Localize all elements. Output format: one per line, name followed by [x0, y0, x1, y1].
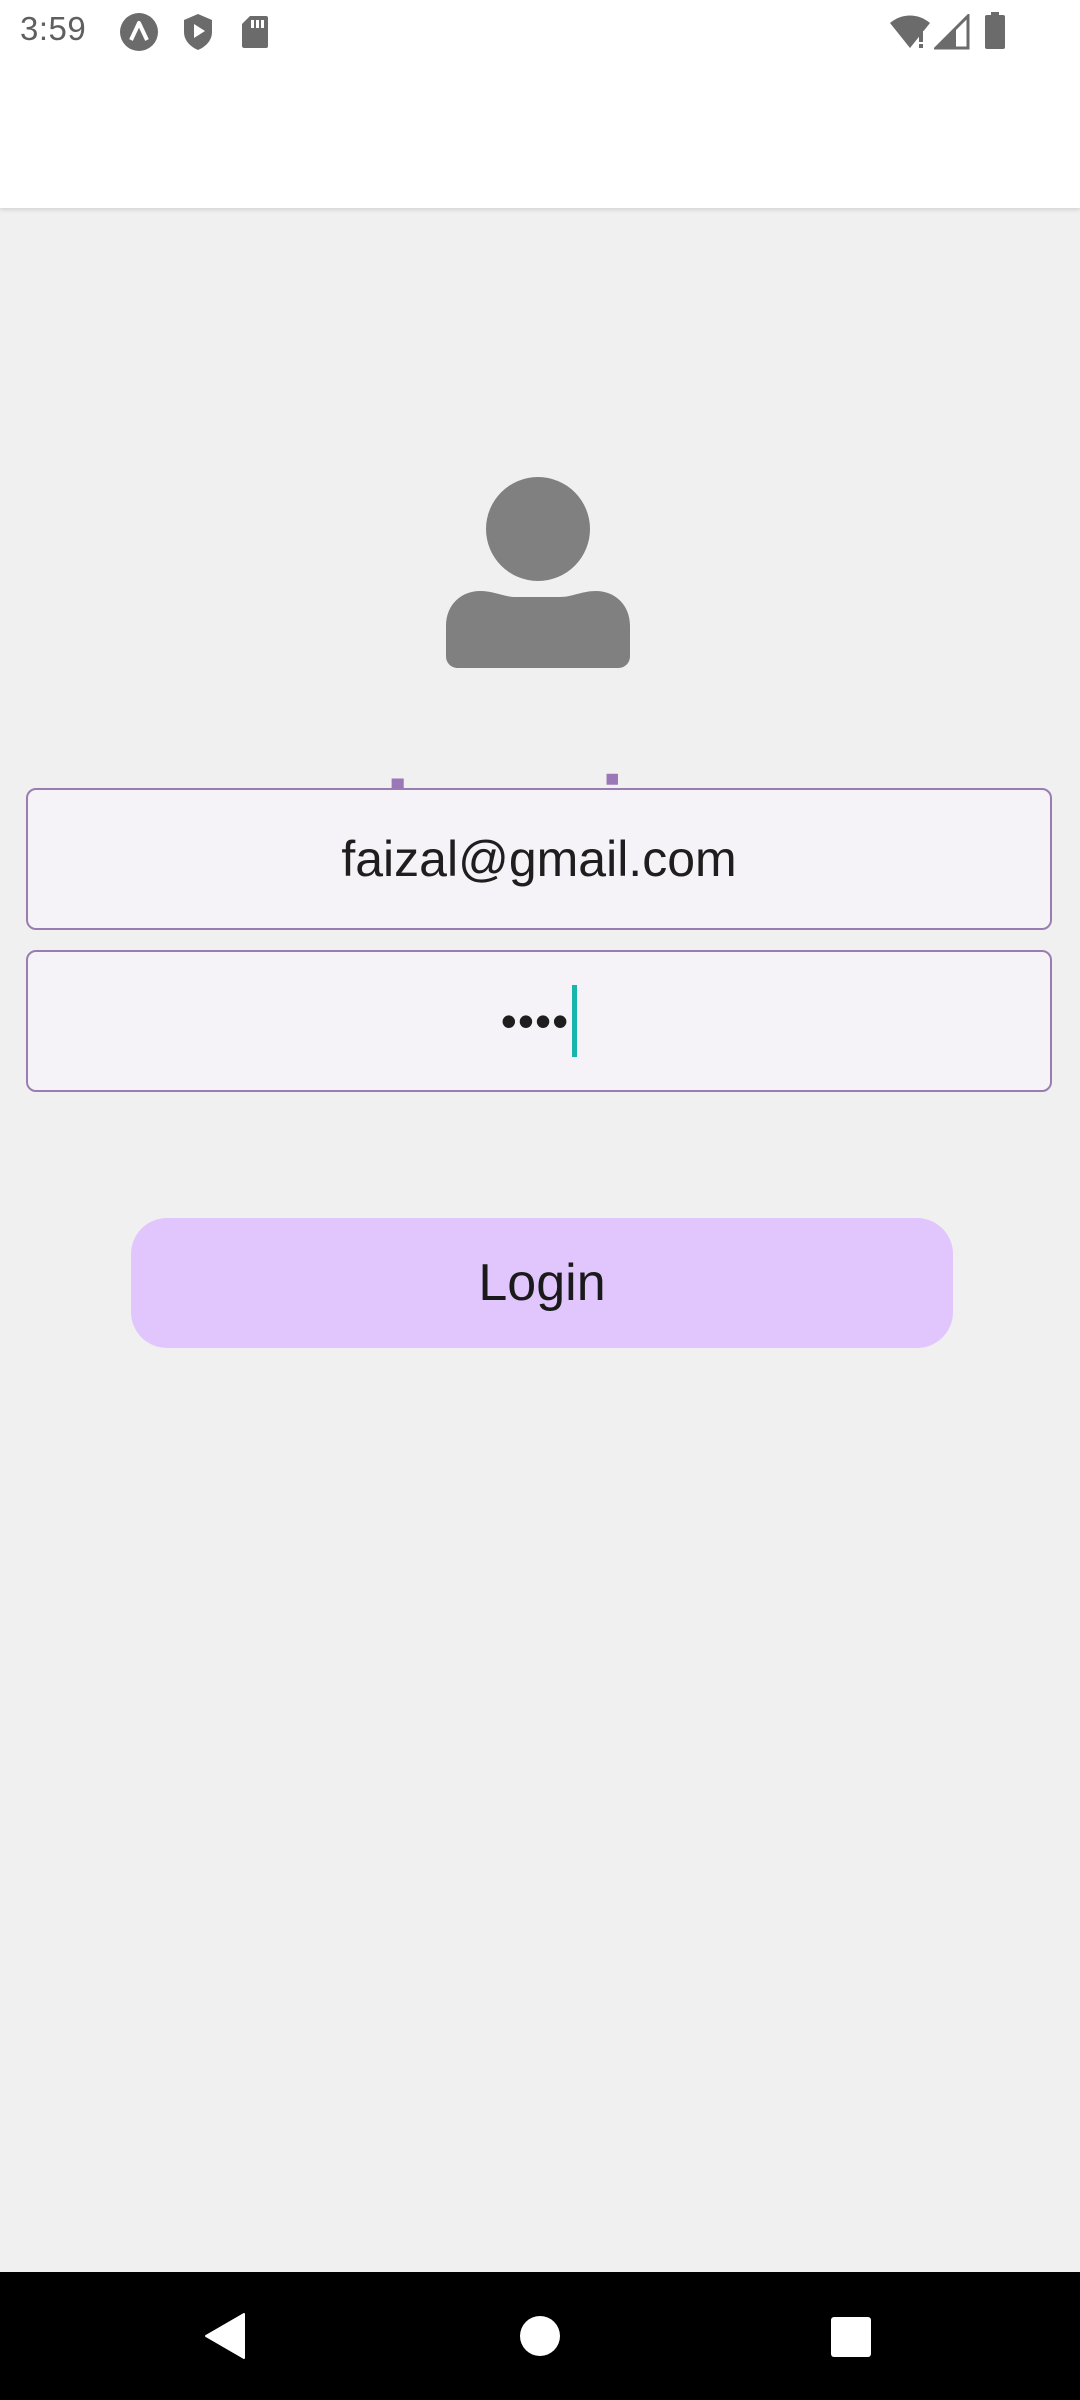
shield-play-icon	[181, 12, 215, 52]
sd-card-icon	[240, 14, 270, 50]
password-field[interactable]: ••••	[26, 950, 1052, 1092]
top-area: 3:59	[0, 0, 1080, 208]
wifi-alert-icon	[888, 14, 932, 50]
status-bar: 3:59	[0, 0, 1080, 64]
email-input[interactable]	[28, 790, 1050, 928]
person-icon	[444, 476, 632, 668]
email-field[interactable]	[26, 788, 1052, 930]
home-icon[interactable]	[519, 2315, 561, 2357]
battery-icon	[984, 12, 1006, 50]
back-icon[interactable]	[204, 2312, 246, 2360]
navigation-bar	[0, 2272, 1080, 2400]
password-input[interactable]: ••••	[28, 952, 1050, 1090]
recents-icon[interactable]	[830, 2316, 872, 2358]
app-bar	[0, 64, 1080, 208]
cell-signal-icon	[934, 14, 970, 50]
login-button[interactable]: Login	[131, 1218, 953, 1348]
status-time: 3:59	[20, 10, 87, 47]
autofill-icon	[119, 12, 159, 52]
password-mask: ••••	[500, 995, 570, 1047]
text-caret	[572, 985, 578, 1057]
